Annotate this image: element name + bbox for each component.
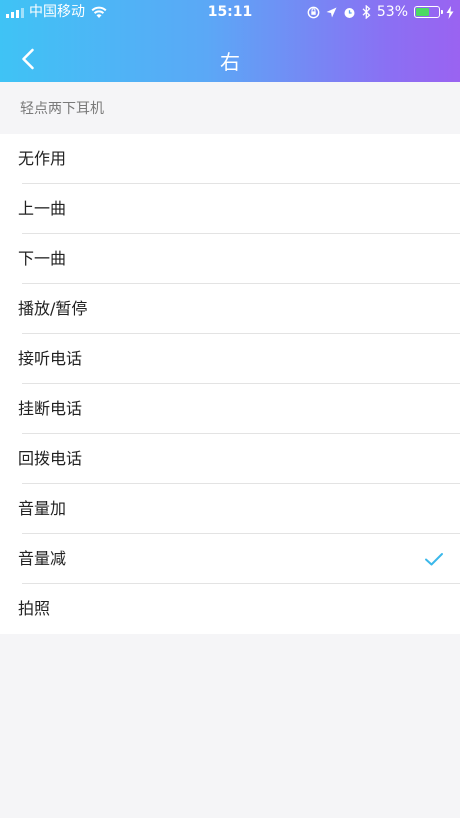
option-label: 拍照 bbox=[18, 599, 51, 618]
charging-icon bbox=[446, 5, 454, 19]
header-bar: 中国移动 15:11 53% 右 bbox=[0, 0, 460, 82]
option-row[interactable]: 音量减 bbox=[0, 534, 460, 584]
option-row[interactable]: 上一曲 bbox=[0, 184, 460, 234]
rotation-lock-icon bbox=[307, 6, 320, 18]
page-title: 右 bbox=[220, 50, 240, 74]
option-row[interactable]: 回拨电话 bbox=[0, 434, 460, 484]
option-row[interactable]: 播放/暂停 bbox=[0, 284, 460, 334]
option-row[interactable]: 音量加 bbox=[0, 484, 460, 534]
option-row[interactable]: 下一曲 bbox=[0, 234, 460, 284]
option-label: 下一曲 bbox=[18, 249, 67, 268]
option-label: 挂断电话 bbox=[18, 399, 83, 418]
location-icon bbox=[326, 7, 337, 17]
section-header: 轻点两下耳机 bbox=[20, 101, 104, 117]
battery-percent: 53% bbox=[376, 4, 408, 20]
option-label: 音量减 bbox=[18, 549, 67, 568]
option-label: 无作用 bbox=[18, 149, 67, 168]
option-row[interactable]: 接听电话 bbox=[0, 334, 460, 384]
status-right: 53% bbox=[307, 0, 454, 24]
option-label: 音量加 bbox=[18, 499, 67, 518]
option-label: 上一曲 bbox=[18, 199, 67, 218]
checkmark-icon bbox=[425, 553, 443, 566]
battery-fill bbox=[416, 8, 429, 16]
battery-icon bbox=[414, 6, 443, 18]
option-list: 无作用上一曲下一曲播放/暂停接听电话挂断电话回拨电话音量加音量减拍照 bbox=[0, 134, 460, 634]
option-label: 接听电话 bbox=[18, 349, 83, 368]
option-row[interactable]: 拍照 bbox=[0, 584, 460, 634]
status-bar: 中国移动 15:11 53% bbox=[0, 0, 460, 24]
option-row[interactable]: 挂断电话 bbox=[0, 384, 460, 434]
bluetooth-icon bbox=[362, 5, 371, 19]
option-row[interactable]: 无作用 bbox=[0, 134, 460, 184]
option-label: 播放/暂停 bbox=[18, 299, 88, 318]
alarm-icon bbox=[344, 7, 355, 18]
option-label: 回拨电话 bbox=[18, 449, 83, 468]
